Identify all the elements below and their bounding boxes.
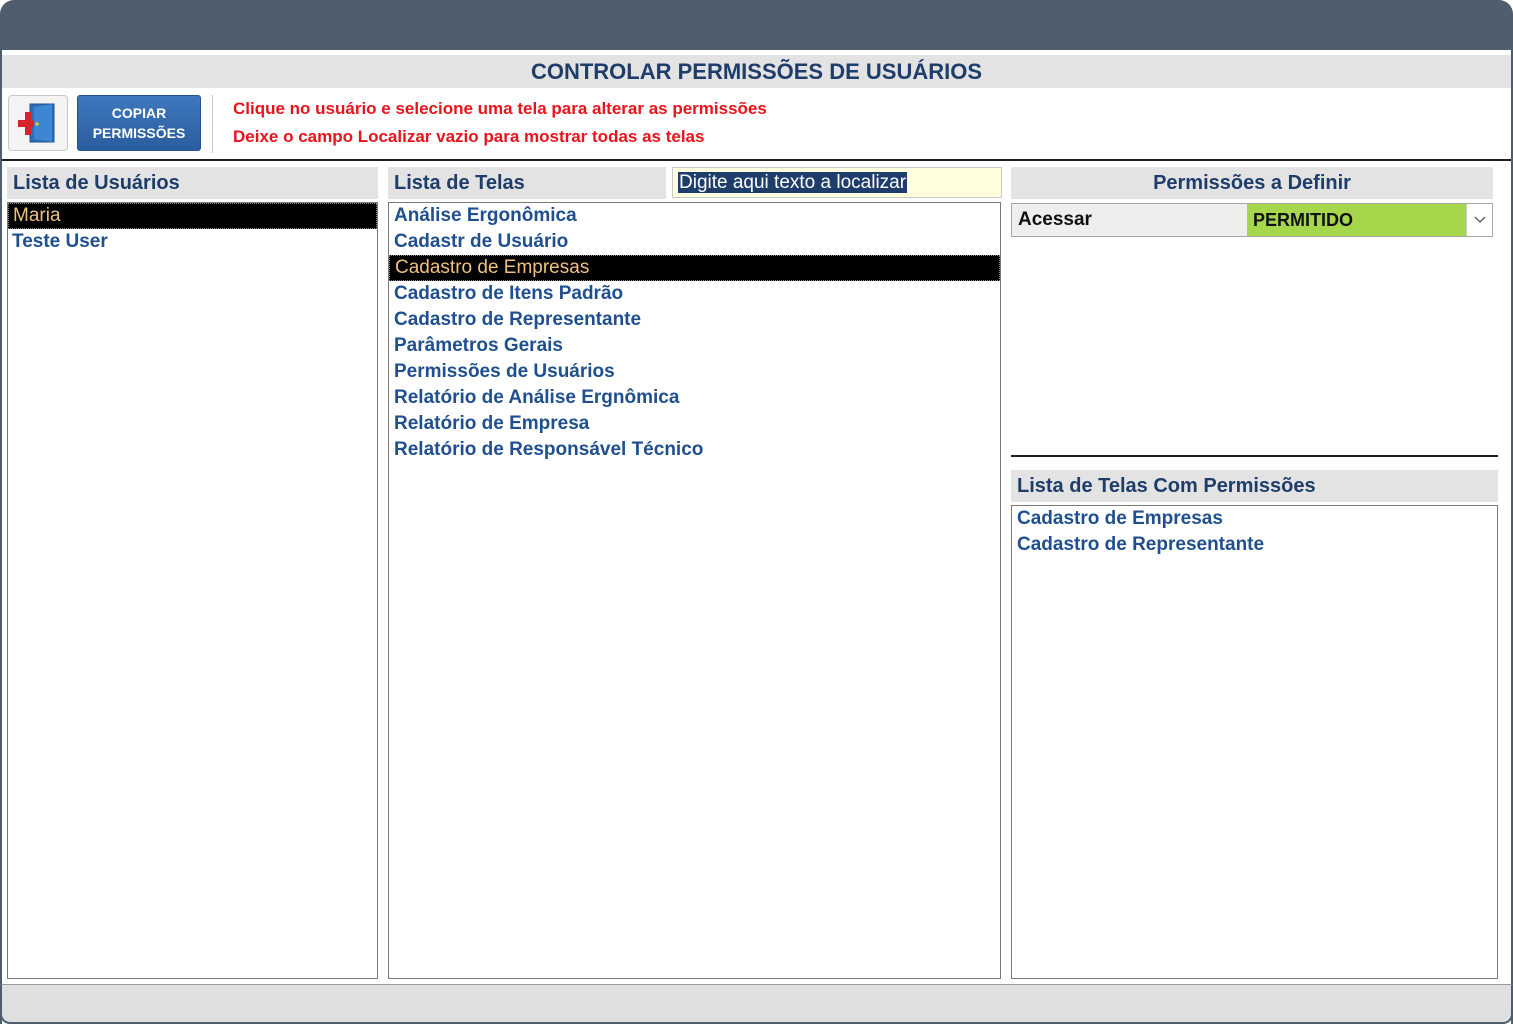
screen-list-item[interactable]: Relatório de Análise Ergnômica <box>389 385 1000 411</box>
window-titlebar[interactable] <box>0 0 1513 50</box>
exit-button[interactable] <box>8 95 68 151</box>
users-list[interactable]: Maria Teste User <box>7 202 378 979</box>
chevron-down-icon <box>1474 216 1485 223</box>
screens-list[interactable]: Análise Ergonômica Cadastr de Usuário Ca… <box>388 202 1001 979</box>
user-list-item[interactable]: Maria <box>8 203 377 229</box>
search-input[interactable]: Digite aqui texto a localizar <box>678 172 908 193</box>
header-divider <box>2 159 1511 161</box>
permissions-header: Permissões a Definir <box>1011 167 1493 199</box>
screen-list-item[interactable]: Parâmetros Gerais <box>389 333 1000 359</box>
screen-list-item[interactable]: Permissões de Usuários <box>389 359 1000 385</box>
screen-list-item[interactable]: Análise Ergonômica <box>389 203 1000 229</box>
status-bar <box>0 984 1513 1024</box>
copy-permissions-label-line2: PERMISSÕES <box>92 125 186 141</box>
dropdown-button[interactable] <box>1466 204 1492 236</box>
copy-permissions-button[interactable]: COPIAR PERMISSÕES <box>77 95 201 151</box>
access-permission-dropdown[interactable]: PERMITIDO <box>1247 204 1492 236</box>
screen-list-item[interactable]: Cadastro de Empresas <box>389 255 1000 281</box>
instruction-empty-search: Deixe o campo Localizar vazio para mostr… <box>233 127 705 146</box>
access-label: Acessar <box>1012 204 1247 236</box>
permitted-screen-item[interactable]: Cadastro de Representante <box>1012 532 1497 558</box>
search-field[interactable]: Digite aqui texto a localizar <box>672 167 1002 198</box>
users-list-header: Lista de Usuários <box>7 167 378 199</box>
screens-with-permissions-header: Lista de Telas Com Permissões <box>1011 470 1498 502</box>
permissions-divider <box>1011 455 1498 457</box>
screen-list-item[interactable]: Relatório de Empresa <box>389 411 1000 437</box>
access-value: PERMITIDO <box>1253 210 1354 230</box>
screen-list-item[interactable]: Cadastro de Itens Padrão <box>389 281 1000 307</box>
screens-with-permissions-list[interactable]: Cadastro de Empresas Cadastro de Represe… <box>1011 505 1498 979</box>
user-list-item[interactable]: Teste User <box>8 229 377 255</box>
instruction-select-user: Clique no usuário e selecione uma tela p… <box>233 99 767 118</box>
copy-permissions-label-line1: COPIAR <box>111 105 167 121</box>
screen-list-item[interactable]: Cadastro de Representante <box>389 307 1000 333</box>
screens-list-header: Lista de Telas <box>388 167 666 199</box>
form-title: CONTROLAR PERMISSÕES DE USUÁRIOS <box>2 55 1511 88</box>
screen-list-item[interactable]: Relatório de Responsável Técnico <box>389 437 1000 463</box>
permitted-screen-item[interactable]: Cadastro de Empresas <box>1012 506 1497 532</box>
access-permission-row: Acessar PERMITIDO <box>1011 203 1493 237</box>
toolbar-divider <box>212 95 213 153</box>
exit-door-icon <box>18 103 55 143</box>
screen-list-item[interactable]: Cadastr de Usuário <box>389 229 1000 255</box>
